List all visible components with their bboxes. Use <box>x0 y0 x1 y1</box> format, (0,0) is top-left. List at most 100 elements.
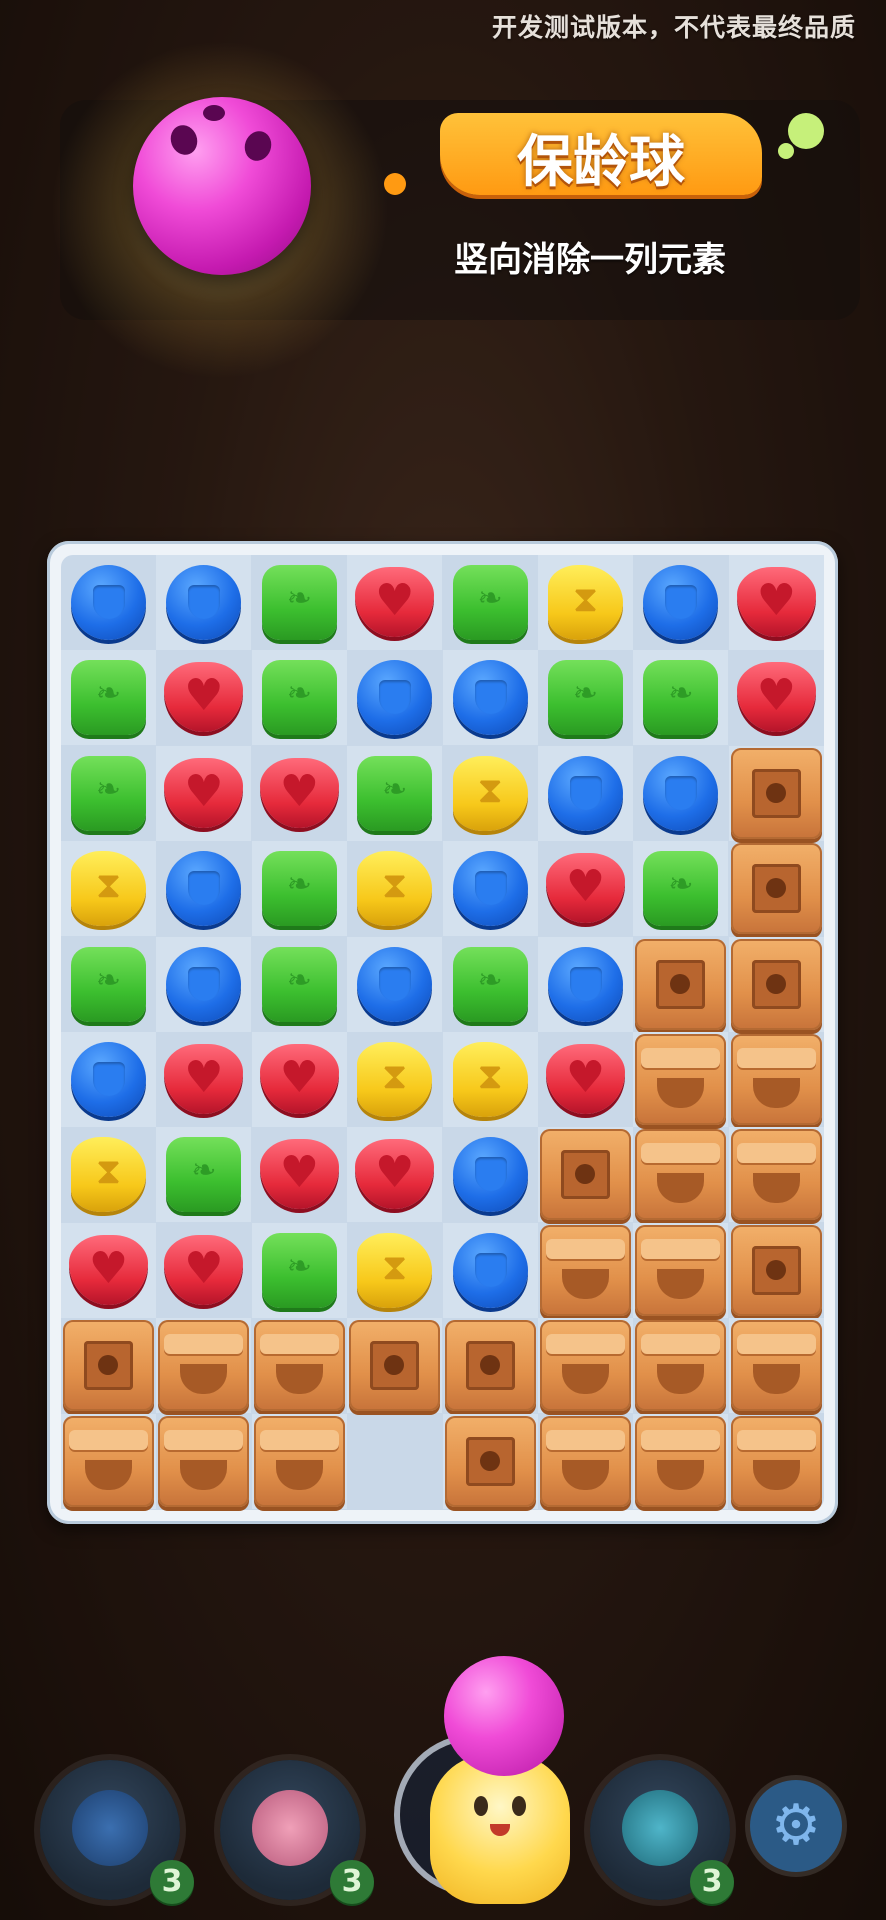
board-cell[interactable] <box>156 1127 252 1223</box>
board-cell[interactable] <box>729 1414 824 1509</box>
board-cell[interactable] <box>538 936 633 1032</box>
board-cell[interactable] <box>61 1222 156 1318</box>
board-cell[interactable] <box>252 746 347 841</box>
board-cell[interactable] <box>347 841 442 936</box>
board-cell[interactable] <box>728 1127 824 1223</box>
bomb-crate <box>730 747 822 839</box>
blue-gem <box>548 946 623 1022</box>
blue-gem <box>452 1137 528 1213</box>
chest-crate <box>730 1034 822 1125</box>
board-cell[interactable] <box>252 555 347 650</box>
board-cell[interactable] <box>729 1223 824 1318</box>
gear-icon[interactable]: ⚙ <box>750 1780 842 1872</box>
board-cell[interactable] <box>443 1318 538 1413</box>
board-cell[interactable] <box>347 745 443 841</box>
board-cell[interactable] <box>156 1318 252 1414</box>
board-cell[interactable] <box>347 936 443 1032</box>
board-cell[interactable] <box>347 1127 443 1223</box>
board-cell[interactable] <box>251 1222 347 1318</box>
board-cell[interactable] <box>61 937 156 1032</box>
board-cell[interactable] <box>156 936 252 1032</box>
red-gem <box>355 1139 435 1210</box>
board-cell[interactable] <box>156 1032 251 1127</box>
board-cell[interactable] <box>61 1032 156 1127</box>
board-cell[interactable] <box>347 1318 443 1414</box>
board-cell[interactable] <box>538 1414 633 1509</box>
board-cell[interactable] <box>728 555 824 650</box>
board-cell[interactable] <box>61 1318 156 1413</box>
booster-description: 竖向消除一列元素 <box>454 240 726 280</box>
green-gem <box>452 946 528 1022</box>
board-cell[interactable] <box>61 746 156 841</box>
board-cell[interactable] <box>729 650 824 745</box>
green-gem <box>261 565 337 640</box>
board-cell[interactable] <box>156 1223 251 1318</box>
board-cell[interactable] <box>61 1127 156 1222</box>
board-cell[interactable] <box>729 841 824 936</box>
board-cell[interactable] <box>347 555 443 650</box>
board-cell[interactable] <box>538 745 633 841</box>
chest-crate <box>635 1224 727 1316</box>
board-cell[interactable] <box>538 841 633 936</box>
board-cell[interactable] <box>538 1032 633 1127</box>
board-cell[interactable] <box>633 1222 729 1318</box>
board-cell[interactable] <box>251 1413 347 1509</box>
board-cell[interactable] <box>538 1223 633 1318</box>
board-cell[interactable] <box>633 1413 729 1509</box>
chest-crate <box>635 1415 727 1507</box>
board-cell[interactable] <box>443 937 538 1032</box>
board-cell[interactable] <box>61 1413 156 1509</box>
red-gem <box>546 853 625 924</box>
helper-slot-2[interactable]: 3 <box>220 1760 374 1904</box>
board-cell[interactable] <box>442 1413 538 1509</box>
board-cell[interactable] <box>347 1223 442 1318</box>
board-cell[interactable] <box>538 1318 633 1414</box>
board-cell[interactable] <box>251 1032 347 1127</box>
red-gem <box>69 1234 148 1305</box>
red-gem <box>736 662 816 733</box>
board-cell[interactable] <box>442 1032 538 1127</box>
board-cell[interactable] <box>347 650 442 745</box>
board-cell[interactable] <box>443 746 538 841</box>
board-cell[interactable] <box>443 555 538 650</box>
red-gem <box>164 757 244 828</box>
board-cell[interactable] <box>443 1127 538 1222</box>
board-cell[interactable] <box>252 937 347 1032</box>
board-cell[interactable] <box>252 1318 347 1413</box>
board-cell[interactable] <box>633 555 728 650</box>
board-cell[interactable] <box>442 1222 538 1318</box>
board-cell[interactable] <box>442 841 538 937</box>
board-cell[interactable] <box>538 1127 633 1223</box>
board-cell[interactable] <box>61 650 156 746</box>
board-cell[interactable] <box>729 1032 824 1127</box>
board-cell[interactable] <box>633 1318 728 1413</box>
helper-slot-4[interactable]: 3 <box>590 1760 734 1904</box>
board-cell[interactable] <box>251 650 347 746</box>
board-cell[interactable] <box>61 555 156 650</box>
board-cell[interactable] <box>633 841 729 937</box>
board-cell[interactable] <box>728 1318 824 1414</box>
board-cell[interactable] <box>156 1414 251 1509</box>
board-cell[interactable] <box>538 555 633 650</box>
helper-slot-1[interactable]: 3 <box>40 1760 194 1904</box>
board-cell[interactable] <box>728 745 824 841</box>
red-gem <box>259 1044 339 1114</box>
board-cell[interactable] <box>633 1127 728 1222</box>
board-cell[interactable] <box>633 937 728 1032</box>
board-cell[interactable] <box>156 745 252 841</box>
board-cell[interactable] <box>538 650 633 745</box>
board-cell[interactable] <box>633 650 729 746</box>
board-cell[interactable] <box>252 1127 347 1222</box>
board-cell[interactable] <box>633 746 728 841</box>
chest-crate <box>540 1224 631 1316</box>
board-cell[interactable] <box>347 1032 442 1127</box>
board-cell[interactable] <box>156 841 251 936</box>
board-cell[interactable] <box>61 841 156 937</box>
chest-crate <box>158 1415 250 1507</box>
board-cell[interactable] <box>251 841 347 937</box>
board-cell[interactable] <box>633 1032 729 1127</box>
board-cell[interactable] <box>156 555 252 650</box>
board-cell[interactable] <box>728 936 824 1032</box>
board-cell[interactable] <box>156 650 251 745</box>
board-cell[interactable] <box>442 650 538 746</box>
